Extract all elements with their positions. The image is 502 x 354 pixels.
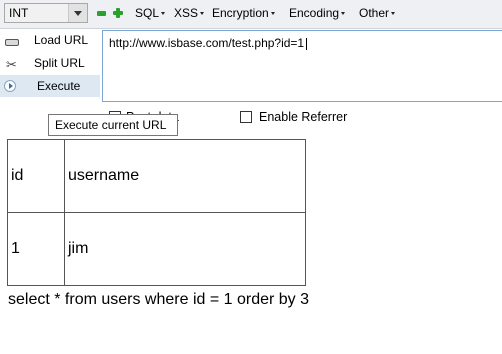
table-row: 1 jim	[7, 212, 306, 286]
menu-other[interactable]: Other	[359, 6, 396, 20]
load-url-label: Load URL	[34, 33, 89, 47]
enable-referrer-checkbox[interactable]	[240, 111, 252, 123]
execute-label: Execute	[37, 79, 81, 93]
url-input[interactable]: http://www.isbase.com/test.php?id=1	[102, 30, 502, 102]
menu-xss[interactable]: XSS	[174, 6, 205, 20]
dropdown-arrow-icon	[270, 12, 275, 16]
column-header-username: username	[64, 139, 306, 213]
table-cell-id: 1	[7, 212, 65, 286]
text-cursor	[306, 37, 308, 50]
dropdown-arrow-icon	[391, 12, 396, 16]
results-table: id username 1 jim	[7, 139, 306, 286]
menu-encryption[interactable]: Encryption	[212, 6, 275, 20]
chevron-down-icon[interactable]	[68, 4, 87, 22]
url-input-value: http://www.isbase.com/test.php?id=1	[109, 36, 305, 50]
table-cell-username: jim	[64, 212, 306, 286]
dropdown-arrow-icon	[161, 12, 166, 16]
type-select-value: INT	[9, 6, 29, 20]
minus-icon[interactable]	[97, 11, 106, 16]
tooltip: Execute current URL	[48, 114, 178, 136]
scissors-icon: ✂	[6, 58, 17, 73]
query-text: select * from users where id = 1 order b…	[8, 291, 310, 308]
table-header-row: id username	[7, 139, 306, 213]
menu-sql[interactable]: SQL	[135, 6, 166, 20]
plus-icon[interactable]	[113, 8, 123, 18]
column-header-id: id	[7, 139, 65, 213]
split-url-label: Split URL	[34, 56, 85, 70]
dropdown-arrow-icon	[341, 12, 346, 16]
play-icon	[4, 80, 16, 92]
type-select[interactable]: INT	[4, 3, 88, 23]
menu-encoding[interactable]: Encoding	[289, 6, 346, 20]
load-url-icon	[5, 37, 19, 47]
enable-referrer-label: Enable Referrer	[259, 110, 348, 124]
dropdown-arrow-icon	[200, 12, 205, 16]
